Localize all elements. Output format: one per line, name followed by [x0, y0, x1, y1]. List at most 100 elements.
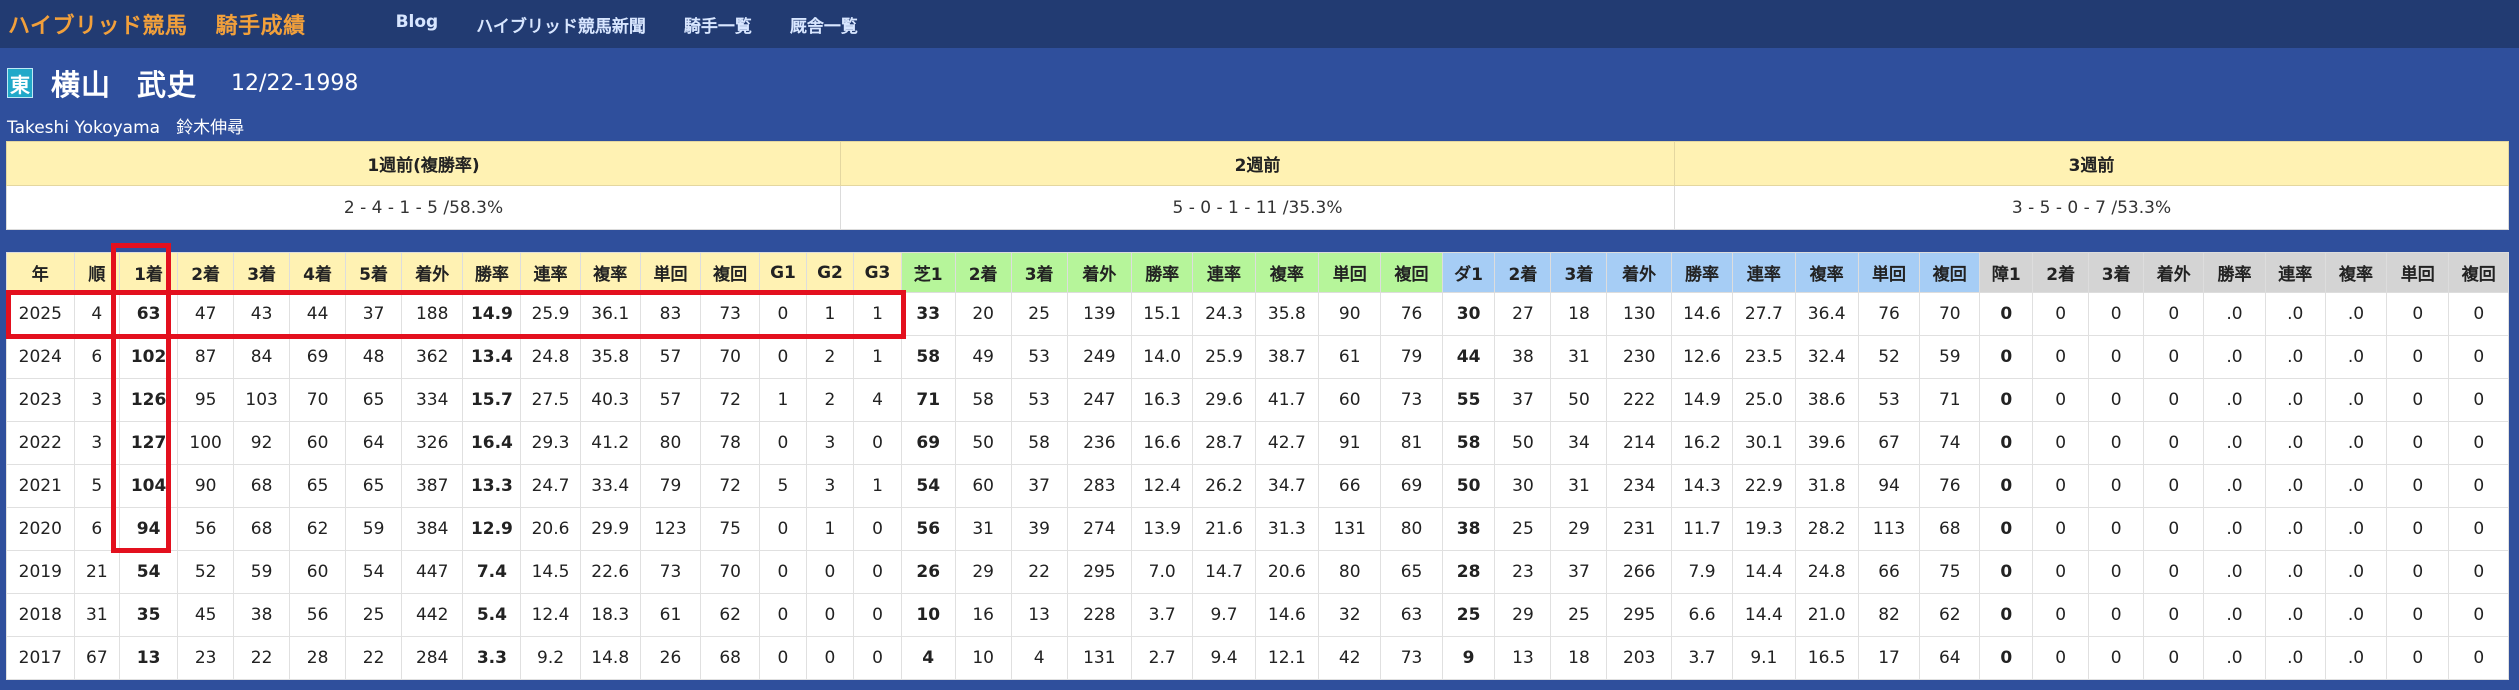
- table-cell: 0: [759, 636, 807, 680]
- table-cell: .0: [2264, 464, 2326, 508]
- table-cell: 447: [401, 550, 464, 594]
- jockey-header: 東 横山 武史 12/22-1998: [0, 58, 358, 108]
- col-header-10: 複率: [579, 252, 641, 293]
- table-cell: 7.0: [1131, 550, 1194, 594]
- table-cell: 27: [1494, 292, 1552, 336]
- table-cell: 0: [2032, 464, 2090, 508]
- table-cell: 37: [1550, 550, 1608, 594]
- table-cell: 49: [954, 335, 1012, 379]
- affiliation-badge: 東: [7, 68, 33, 98]
- table-cell: 0: [2143, 421, 2205, 465]
- table-cell: 16.3: [1131, 378, 1194, 422]
- table-cell: 25: [1010, 292, 1068, 336]
- table-cell: 25: [345, 593, 403, 637]
- table-cell: 2024: [6, 335, 75, 379]
- table-cell: 283: [1066, 464, 1133, 508]
- table-cell: 2: [805, 378, 855, 422]
- table-cell: 25: [1494, 507, 1552, 551]
- table-cell: 0: [1979, 378, 2034, 422]
- nav-link-newspaper[interactable]: ハイブリッド競馬新聞: [476, 12, 646, 37]
- table-cell: 36.1: [579, 292, 641, 336]
- table-cell: 0: [2448, 636, 2509, 680]
- table-cell: 0: [2032, 550, 2090, 594]
- table-cell: 442: [401, 593, 464, 637]
- table-cell: 37: [345, 292, 403, 336]
- col-header-6: 5着: [345, 252, 403, 293]
- table-cell: 42.7: [1254, 421, 1320, 465]
- table-cell: 0: [2088, 378, 2145, 422]
- table-cell: 3.7: [1670, 636, 1734, 680]
- table-cell: .0: [2324, 421, 2388, 465]
- table-cell: 0: [2143, 593, 2205, 637]
- table-cell: 42: [1318, 636, 1382, 680]
- col-header-13: G1: [759, 252, 807, 293]
- nav-link-blog[interactable]: Blog: [396, 12, 439, 37]
- table-cell: 53: [1857, 378, 1921, 422]
- table-cell: 2025: [6, 292, 75, 336]
- week3-header: 3週前: [1674, 141, 2509, 186]
- table-cell: 44: [1441, 335, 1496, 379]
- table-cell: 13: [1010, 593, 1068, 637]
- week2-header: 2週前: [840, 141, 1675, 186]
- table-cell: 0: [1979, 421, 2034, 465]
- table-cell: 35: [119, 593, 179, 637]
- table-cell: 29.9: [579, 507, 641, 551]
- table-cell: 25.0: [1732, 378, 1796, 422]
- table-cell: 66: [1857, 550, 1921, 594]
- table-cell: 24.8: [1794, 550, 1859, 594]
- col-header-29: 勝率: [1670, 252, 1734, 293]
- table-cell: 16.2: [1670, 421, 1734, 465]
- table-cell: 80: [1318, 550, 1382, 594]
- col-header-22: 複率: [1254, 252, 1320, 293]
- table-cell: 387: [401, 464, 464, 508]
- table-cell: 26.2: [1192, 464, 1256, 508]
- table-cell: 31.3: [1254, 507, 1320, 551]
- table-cell: 54: [119, 550, 179, 594]
- table-row: 2021 5 104 90 68 65 65 387 13.3 24.7 33.4 79 72 5 3 1 54…: [6, 464, 2509, 508]
- table-cell: 0: [1979, 550, 2034, 594]
- table-cell: 0: [759, 292, 807, 336]
- table-cell: .0: [2203, 593, 2266, 637]
- table-cell: 38.7: [1254, 335, 1320, 379]
- table-cell: 2020: [6, 507, 75, 551]
- table-cell: 68: [233, 464, 291, 508]
- table-cell: 0: [2386, 636, 2450, 680]
- col-header-0: 年: [6, 252, 75, 293]
- table-cell: 3: [73, 421, 121, 465]
- site-brand[interactable]: ハイブリッド競馬 騎手成績: [8, 8, 306, 40]
- table-cell: 61: [639, 593, 702, 637]
- nav-link-stable-list[interactable]: 厩舎一覧: [790, 12, 858, 37]
- table-cell: 0: [853, 593, 902, 637]
- table-cell: 32.4: [1794, 335, 1859, 379]
- nav-link-jockey-list[interactable]: 騎手一覧: [684, 12, 752, 37]
- table-cell: 274: [1066, 507, 1133, 551]
- table-cell: 31: [73, 593, 121, 637]
- table-cell: 25.9: [520, 292, 581, 336]
- table-cell: 236: [1066, 421, 1133, 465]
- table-cell: 31: [954, 507, 1012, 551]
- table-cell: 25: [1550, 593, 1608, 637]
- table-cell: 0: [2032, 335, 2090, 379]
- week2-value: 5 - 0 - 1 - 11 /35.3%: [840, 185, 1675, 230]
- table-cell: 26: [639, 636, 702, 680]
- table-cell: 73: [639, 550, 702, 594]
- table-cell: 0: [2143, 507, 2205, 551]
- table-cell: 9: [1441, 636, 1496, 680]
- table-cell: 10: [900, 593, 956, 637]
- table-cell: 95: [177, 378, 235, 422]
- table-cell: 65: [345, 378, 403, 422]
- table-row: 2017 67 13 23 22 28 22 284 3.3 9.2 14.8 26 68 0 0 0 4 10 4…: [6, 636, 2509, 680]
- col-header-2: 1着: [119, 252, 179, 293]
- table-cell: 60: [954, 464, 1012, 508]
- table-cell: 56: [177, 507, 235, 551]
- table-cell: .0: [2203, 636, 2266, 680]
- table-cell: 2022: [6, 421, 75, 465]
- table-cell: 87: [177, 335, 235, 379]
- table-cell: 31: [1550, 464, 1608, 508]
- table-cell: 29.3: [520, 421, 581, 465]
- table-cell: 18: [1550, 636, 1608, 680]
- table-cell: .0: [2324, 550, 2388, 594]
- table-cell: 76: [1380, 292, 1443, 336]
- table-cell: 1: [853, 464, 902, 508]
- table-cell: 3.7: [1131, 593, 1194, 637]
